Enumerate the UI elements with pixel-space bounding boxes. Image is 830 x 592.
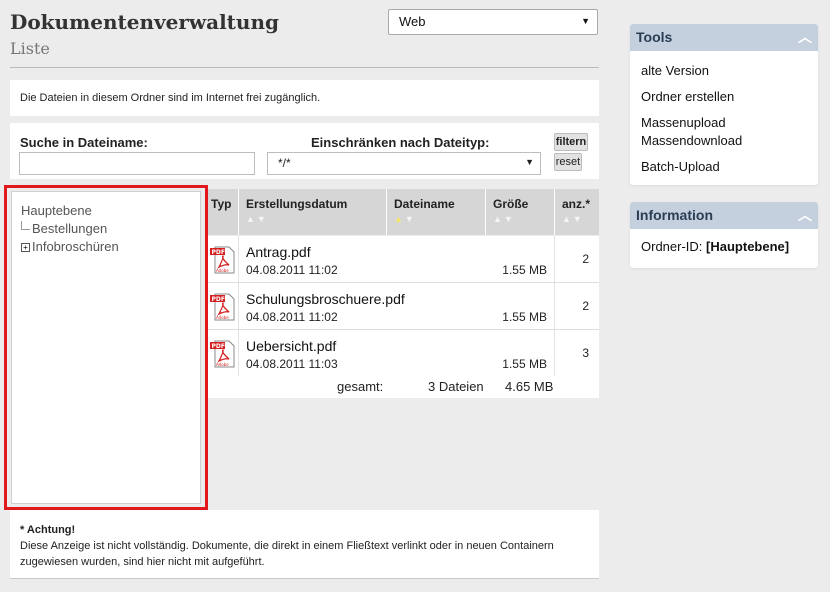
tree-item-root[interactable]: Hauptebene xyxy=(21,202,191,220)
information-panel-title: Information xyxy=(636,207,713,223)
filetype-filter-label: Einschränken nach Dateityp: xyxy=(311,135,490,150)
svg-text:PDF: PDF xyxy=(212,343,225,350)
filetype-select-value: */* xyxy=(278,156,291,170)
tree-item-bestellungen[interactable]: Bestellungen xyxy=(21,220,191,238)
file-size: 1.55 MB xyxy=(502,310,547,324)
file-count: 2 xyxy=(582,299,589,313)
folder-id-label: Ordner-ID: xyxy=(641,239,703,254)
information-panel-header[interactable]: Information ︿ xyxy=(630,202,818,229)
filetype-select[interactable]: */* ▼ xyxy=(267,152,541,175)
column-size[interactable]: Größe ▲▼ xyxy=(486,189,555,235)
warning-text: Diese Anzeige ist nicht vollständig. Dok… xyxy=(20,540,554,568)
reset-button[interactable]: reset xyxy=(554,153,582,171)
pdf-icon: PDF Adobe xyxy=(210,293,235,321)
sort-icon[interactable]: ▲▼ xyxy=(394,214,478,224)
pdf-icon: PDF Adobe xyxy=(210,246,235,274)
tree-connector-icon xyxy=(21,221,30,230)
folder-tree-highlight: Hauptebene Bestellungen + Infobroschüren xyxy=(4,185,208,510)
file-count: 3 xyxy=(582,346,589,360)
information-panel: Information ︿ Ordner-ID: [Hauptebene] xyxy=(630,202,818,268)
file-size: 1.55 MB xyxy=(502,357,547,371)
tools-list: alte Version Ordner erstellen Massenuplo… xyxy=(630,51,818,185)
folder-id-value: [Hauptebene] xyxy=(706,239,790,254)
total-label: gesamt: xyxy=(337,379,384,394)
svg-text:Adobe: Adobe xyxy=(216,315,229,320)
tree-item-root-label: Hauptebene xyxy=(21,203,92,218)
info-box: Die Dateien in diesem Ordner sind im Int… xyxy=(10,80,599,116)
table-header: Typ Erstellungsdatum ▲▼ Dateiname ▲▼ Grö… xyxy=(208,189,599,235)
chevron-down-icon: ▼ xyxy=(581,16,590,26)
file-name-link[interactable]: Schulungsbroschuere.pdf xyxy=(246,291,405,307)
plus-box-icon[interactable]: + xyxy=(21,243,30,252)
filename-search-label: Suche in Dateiname: xyxy=(20,135,148,150)
file-date: 04.08.2011 11:02 xyxy=(246,263,338,277)
info-text: Die Dateien in diesem Ordner sind im Int… xyxy=(20,92,321,104)
column-filename[interactable]: Dateiname ▲▼ xyxy=(387,189,486,235)
file-date: 04.08.2011 11:02 xyxy=(246,310,338,324)
filter-button[interactable]: filtern xyxy=(554,133,588,151)
tool-mass-download[interactable]: Massendownload xyxy=(641,132,807,150)
tree-item-label: Bestellungen xyxy=(32,221,108,236)
page-subtitle: Liste xyxy=(10,39,50,58)
total-files: 3 Dateien xyxy=(428,379,484,394)
tool-batch-upload[interactable]: Batch-Upload xyxy=(641,158,807,176)
svg-text:PDF: PDF xyxy=(212,296,225,303)
chevron-up-icon[interactable]: ︿ xyxy=(798,205,812,225)
tools-panel-title: Tools xyxy=(636,29,673,45)
context-select[interactable]: Web ▼ xyxy=(388,9,598,35)
warning-title: * Achtung! xyxy=(20,524,76,536)
column-type: Typ xyxy=(208,189,239,235)
column-date[interactable]: Erstellungsdatum ▲▼ xyxy=(239,189,387,235)
warning-note: * Achtung! Diese Anzeige ist nicht volls… xyxy=(10,510,599,578)
file-size: 1.55 MB xyxy=(502,263,547,277)
tools-panel: Tools ︿ alte Version Ordner erstellen Ma… xyxy=(630,24,818,185)
page-title: Dokumentenverwaltung xyxy=(10,10,279,34)
table-row[interactable]: PDF Adobe Schulungsbroschuere.pdf 04.08.… xyxy=(208,283,599,330)
tool-old-version[interactable]: alte Version xyxy=(641,62,807,80)
folder-tree: Hauptebene Bestellungen + Infobroschüren xyxy=(11,191,201,504)
table-row[interactable]: PDF Adobe Antrag.pdf 04.08.2011 11:02 1.… xyxy=(208,236,599,283)
tool-mass-upload[interactable]: Massenupload xyxy=(641,114,807,132)
context-select-value: Web xyxy=(399,14,426,29)
tree-item-label: Infobroschüren xyxy=(32,239,119,254)
tool-create-folder[interactable]: Ordner erstellen xyxy=(641,88,807,106)
filename-search-input[interactable] xyxy=(19,152,255,175)
pdf-icon: PDF Adobe xyxy=(210,340,235,368)
footer-divider xyxy=(10,578,599,579)
svg-text:Adobe: Adobe xyxy=(216,268,229,273)
column-count[interactable]: anz.* ▲▼ xyxy=(555,189,599,235)
file-name-link[interactable]: Antrag.pdf xyxy=(246,244,311,260)
tools-panel-header[interactable]: Tools ︿ xyxy=(630,24,818,51)
information-body: Ordner-ID: [Hauptebene] xyxy=(630,229,818,262)
svg-text:Adobe: Adobe xyxy=(216,362,229,367)
file-date: 04.08.2011 11:03 xyxy=(246,357,338,371)
table-total-row: gesamt: 3 Dateien 4.65 MB xyxy=(208,376,599,398)
header-divider xyxy=(10,67,599,68)
sort-icon[interactable]: ▲▼ xyxy=(246,214,379,224)
total-size: 4.65 MB xyxy=(505,379,554,394)
table-row[interactable]: PDF Adobe Uebersicht.pdf 04.08.2011 11:0… xyxy=(208,330,599,377)
file-count: 2 xyxy=(582,252,589,266)
chevron-down-icon: ▼ xyxy=(525,157,534,167)
sort-icon[interactable]: ▲▼ xyxy=(493,214,547,224)
tree-item-infobroschueren[interactable]: + Infobroschüren xyxy=(21,238,191,256)
svg-text:PDF: PDF xyxy=(212,249,225,256)
file-name-link[interactable]: Uebersicht.pdf xyxy=(246,338,336,354)
chevron-up-icon[interactable]: ︿ xyxy=(798,27,812,47)
sort-icon[interactable]: ▲▼ xyxy=(562,214,592,224)
